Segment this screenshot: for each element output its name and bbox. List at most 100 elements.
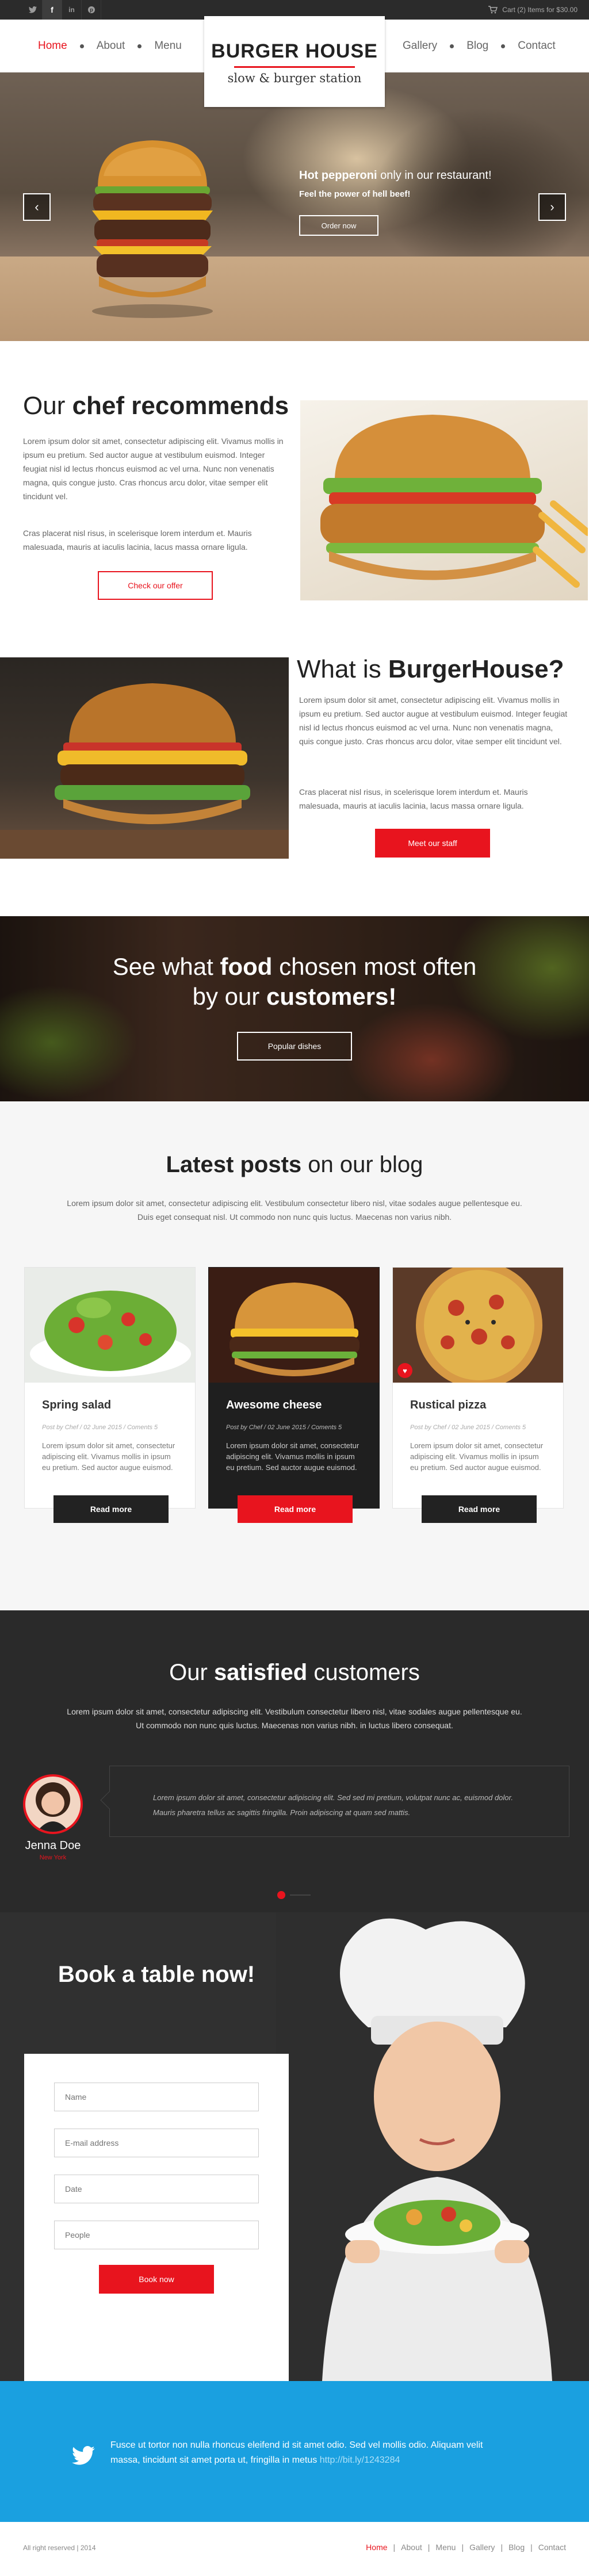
chef-section: Our chef recommends Lorem ipsum dolor si… <box>0 341 589 657</box>
nav-gallery[interactable]: Gallery <box>403 40 437 52</box>
testimonial-author: Jenna Doe <box>25 1839 81 1852</box>
blog-post-card[interactable]: ♥ Rustical pizza Post by Chef / 02 June … <box>392 1267 564 1523</box>
footer-link-contact[interactable]: Contact <box>538 2543 566 2552</box>
logo-title: BURGER HOUSE <box>211 40 378 62</box>
tweet-text: Fusce ut tortor non nulla rhoncus eleife… <box>110 2438 571 2468</box>
order-now-button[interactable]: Order now <box>299 215 378 236</box>
post-meta: Post by Chef / 02 June 2015 / Coments 5 <box>410 1424 526 1431</box>
cart-summary[interactable]: Cart (2) Items for $30.00 <box>488 0 577 20</box>
popular-line-2: by our customers! <box>0 982 589 1012</box>
footer-bar: All right reserved | 2014 Home | About | M… <box>0 2522 589 2576</box>
tweet-link[interactable]: http://bit.ly/1243284 <box>320 2455 400 2465</box>
heart-icon[interactable]: ♥ <box>397 1363 412 1378</box>
read-more-button[interactable]: Read more <box>422 1495 537 1523</box>
hero-slider: ‹ › Hot pepperoni only in our restaurant… <box>0 72 589 341</box>
popular-dishes-button[interactable]: Popular dishes <box>237 1032 352 1061</box>
pager-track <box>290 1894 311 1896</box>
site-logo[interactable]: BURGER HOUSE slow & burger station <box>204 16 385 107</box>
salad-image <box>25 1268 195 1383</box>
popular-line-2-b: customers! <box>266 983 397 1010</box>
hero-headline-rest: only in our restaurant! <box>377 169 492 182</box>
copyright: All right reserved | 2014 <box>23 2544 96 2552</box>
testimonials-title-bold: satisfied <box>213 1660 308 1685</box>
nav-left: Home About Menu <box>38 20 182 72</box>
nav-separator <box>501 44 506 48</box>
chef-title-a: Our <box>23 392 72 420</box>
blog-title: Latest posts on our blog <box>0 1152 589 1178</box>
testimonials-title: Our satisfied customers <box>0 1660 589 1686</box>
nav-separator <box>79 44 84 48</box>
nav-blog[interactable]: Blog <box>466 40 488 52</box>
testimonials-title-a: Our <box>169 1660 214 1685</box>
pizza-image: ♥ <box>393 1268 563 1383</box>
post-title[interactable]: Rustical pizza <box>410 1399 486 1412</box>
book-now-button[interactable]: Book now <box>99 2265 214 2294</box>
footer-nav: Home | About | Menu | Gallery | Blog | Contac… <box>366 2543 566 2552</box>
footer-link-gallery[interactable]: Gallery <box>469 2543 495 2552</box>
about-burger-image <box>0 657 289 859</box>
name-field[interactable] <box>54 2083 259 2111</box>
testimonial-quote-line-2: Mauris pharetra tellus ac sagittis fring… <box>153 1808 411 1817</box>
post-title[interactable]: Spring salad <box>42 1399 111 1412</box>
nav-right: Gallery Blog Contact <box>403 20 556 72</box>
testimonial-quote-line-1: Lorem ipsum dolor sit amet, consectetur … <box>153 1793 513 1802</box>
hero-headline: Hot pepperoni only in our restaurant! <box>299 169 492 182</box>
nav-menu[interactable]: Menu <box>154 40 182 52</box>
post-excerpt: Lorem ipsum dolor sit amet, consectetur … <box>410 1441 544 1472</box>
testimonials-intro-2: Ut commodo non nunc quis luctus. Maecena… <box>136 1721 453 1730</box>
popular-line-1-a: See what <box>112 953 220 980</box>
about-paragraph-1: Lorem ipsum dolor sit amet, consectetur … <box>299 695 568 746</box>
testimonial-quote-box: Lorem ipsum dolor sit amet, consectetur … <box>100 1766 569 1837</box>
blog-post-card[interactable]: Awesome cheese Post by Chef / 02 June 20… <box>208 1267 380 1523</box>
about-title-a: What is <box>297 655 388 683</box>
logo-underline <box>234 66 355 68</box>
footer-separator: | <box>427 2543 430 2552</box>
footer-link-about[interactable]: About <box>401 2543 422 2552</box>
twitter-icon[interactable] <box>23 0 43 20</box>
testimonial-city: New York <box>39 1854 67 1861</box>
pager-dot-active[interactable] <box>277 1891 285 1899</box>
facebook-icon[interactable]: f <box>43 0 62 20</box>
linkedin-icon[interactable]: in <box>62 0 82 20</box>
date-field[interactable] <box>54 2175 259 2203</box>
chef-title-bold: chef recommends <box>72 392 289 420</box>
footer-link-menu[interactable]: Menu <box>435 2543 456 2552</box>
chef-title: Our chef recommends <box>23 392 289 420</box>
meet-staff-button[interactable]: Meet our staff <box>375 829 490 858</box>
email-field[interactable] <box>54 2129 259 2157</box>
footer-separator: | <box>461 2543 464 2552</box>
chef-burger-image <box>300 400 588 600</box>
post-excerpt: Lorem ipsum dolor sit amet, consectetur … <box>226 1441 359 1472</box>
pinterest-icon[interactable]: p <box>82 0 101 20</box>
nav-separator <box>450 44 454 48</box>
nav-home[interactable]: Home <box>38 40 67 52</box>
logo-subtitle: slow & burger station <box>227 71 362 85</box>
nav-about[interactable]: About <box>97 40 125 52</box>
footer-link-blog[interactable]: Blog <box>508 2543 525 2552</box>
svg-text:p: p <box>90 7 93 13</box>
quote-pointer <box>100 1791 118 1809</box>
testimonials-intro-1: Lorem ipsum dolor sit amet, consectetur … <box>67 1707 522 1716</box>
testimonial-pager <box>277 1891 312 1899</box>
hero-burger-image <box>92 140 213 318</box>
about-title-bold: BurgerHouse? <box>388 655 564 683</box>
cart-icon <box>488 6 498 14</box>
blog-intro-2: Duis eget consequat nisl. Ut commodo non… <box>137 1212 452 1222</box>
nav-contact[interactable]: Contact <box>518 40 555 52</box>
slider-prev-button[interactable]: ‹ <box>23 193 51 221</box>
avatar <box>23 1774 83 1834</box>
post-meta: Post by Chef / 02 June 2015 / Coments 5 <box>42 1424 158 1431</box>
post-title[interactable]: Awesome cheese <box>226 1399 322 1412</box>
footer-link-home[interactable]: Home <box>366 2543 387 2552</box>
check-offer-button[interactable]: Check our offer <box>98 571 213 600</box>
popular-headline: See what food chosen most often by our c… <box>0 952 589 1012</box>
cart-text: Cart (2) Items for $30.00 <box>502 6 577 14</box>
read-more-button[interactable]: Read more <box>53 1495 169 1523</box>
booking-form: Book now <box>24 2054 289 2381</box>
slider-next-button[interactable]: › <box>538 193 566 221</box>
read-more-button[interactable]: Read more <box>238 1495 353 1523</box>
twitter-bird-icon <box>72 2446 95 2465</box>
chef-paragraph-2: Cras placerat nisl risus, in scelerisque… <box>23 529 252 552</box>
people-field[interactable] <box>54 2221 259 2249</box>
blog-post-card[interactable]: Spring salad Post by Chef / 02 June 2015… <box>24 1267 196 1523</box>
